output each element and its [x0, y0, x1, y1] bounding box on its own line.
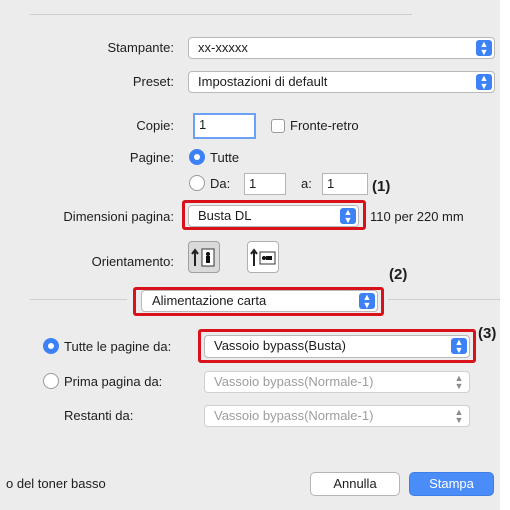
- section-divider-right: [388, 299, 500, 300]
- top-divider: [30, 14, 412, 15]
- remaining-value: Vassoio bypass(Normale-1): [214, 408, 374, 423]
- pages-all-label: Tutte: [210, 150, 240, 165]
- paper-dimensions: 110 per 220 mm: [370, 209, 464, 224]
- pages-to-label: a:: [301, 176, 312, 191]
- portrait-orientation-button[interactable]: [188, 241, 220, 273]
- updown-chevron-icon: ▲ ▼: [476, 40, 492, 57]
- updown-chevron-icon: ▲ ▼: [454, 407, 464, 425]
- all-pages-value: Vassoio bypass(Busta): [214, 338, 346, 353]
- preset-value: Impostazioni di default: [198, 74, 328, 89]
- first-page-radio[interactable]: [43, 373, 59, 389]
- callout-label-2: (2): [389, 266, 408, 283]
- duplex-checkbox[interactable]: [271, 119, 285, 133]
- pages-from-input[interactable]: 1: [244, 173, 286, 195]
- pages-to-input[interactable]: 1: [322, 173, 368, 195]
- duplex-label: Fronte-retro: [290, 118, 359, 133]
- orientation-label: Orientamento:: [91, 254, 174, 269]
- callout-label-1: (1): [372, 178, 391, 195]
- updown-chevron-icon: ▲ ▼: [451, 338, 467, 355]
- updown-chevron-icon: ▲ ▼: [340, 208, 356, 225]
- section-divider-left: [30, 299, 127, 300]
- print-dialog: Stampante: xx-xxxxx ▲ ▼ Preset: Impostazi…: [0, 0, 500, 510]
- all-pages-label: Tutte le pagine da:: [64, 339, 172, 354]
- pages-range-radio[interactable]: [189, 175, 205, 191]
- first-page-label: Prima pagina da:: [64, 374, 163, 389]
- first-page-value: Vassoio bypass(Normale-1): [214, 374, 374, 389]
- cancel-button[interactable]: Annulla: [310, 472, 400, 496]
- paper-size-label: Dimensioni pagina:: [63, 209, 174, 224]
- paper-size-value: Busta DL: [198, 208, 252, 223]
- pages-all-radio[interactable]: [189, 149, 205, 165]
- all-pages-select[interactable]: Vassoio bypass(Busta) ▲ ▼: [204, 335, 470, 358]
- section-select[interactable]: Alimentazione carta ▲ ▼: [141, 290, 378, 312]
- print-button[interactable]: Stampa: [409, 472, 494, 496]
- landscape-orientation-button[interactable]: [247, 241, 279, 273]
- remaining-label: Restanti da:: [64, 408, 134, 423]
- preset-label: Preset:: [132, 74, 174, 89]
- landscape-orientation-icon: [250, 248, 276, 266]
- toner-status-text: o del toner basso: [6, 476, 106, 491]
- callout-label-3: (3): [478, 325, 497, 342]
- section-value: Alimentazione carta: [152, 293, 267, 308]
- copies-label: Copie:: [136, 118, 174, 133]
- printer-select[interactable]: xx-xxxxx ▲ ▼: [188, 37, 495, 59]
- updown-chevron-icon: ▲ ▼: [359, 293, 375, 310]
- remaining-select[interactable]: Vassoio bypass(Normale-1) ▲ ▼: [204, 405, 470, 427]
- updown-chevron-icon: ▲ ▼: [454, 373, 464, 391]
- portrait-orientation-icon: [191, 248, 215, 267]
- preset-select[interactable]: Impostazioni di default ▲ ▼: [188, 71, 495, 93]
- paper-size-select[interactable]: Busta DL ▲ ▼: [188, 205, 359, 227]
- printer-label: Stampante:: [107, 40, 175, 55]
- printer-value: xx-xxxxx: [198, 40, 248, 55]
- pages-from-label: Da:: [210, 176, 231, 191]
- copies-input[interactable]: 1: [193, 113, 256, 139]
- all-pages-radio[interactable]: [43, 338, 59, 354]
- pages-label: Pagine:: [129, 150, 174, 165]
- updown-chevron-icon: ▲ ▼: [476, 74, 492, 91]
- first-page-select[interactable]: Vassoio bypass(Normale-1) ▲ ▼: [204, 371, 470, 393]
